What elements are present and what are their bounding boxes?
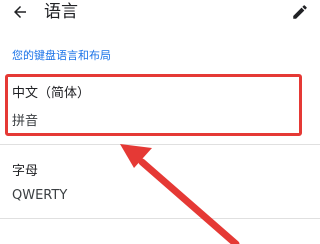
divider xyxy=(0,218,320,219)
back-button[interactable] xyxy=(8,0,32,24)
highlight-box xyxy=(5,74,302,136)
app-bar: 语言 xyxy=(0,0,320,30)
pencil-icon xyxy=(293,5,307,19)
arrow-left-icon xyxy=(14,6,26,18)
edit-button[interactable] xyxy=(288,0,312,24)
page-title: 语言 xyxy=(44,2,78,22)
language-settings-screen: 语言 您的键盘语言和布局 中文（简体） 拼音 字母 QWERTY xyxy=(0,0,320,244)
section-header: 您的键盘语言和布局 xyxy=(12,49,111,62)
divider xyxy=(0,144,320,145)
language-item-alphabet[interactable]: 字母 QWERTY xyxy=(0,150,320,212)
keyboard-layout: QWERTY xyxy=(12,188,68,203)
language-name: 字母 xyxy=(12,164,39,179)
